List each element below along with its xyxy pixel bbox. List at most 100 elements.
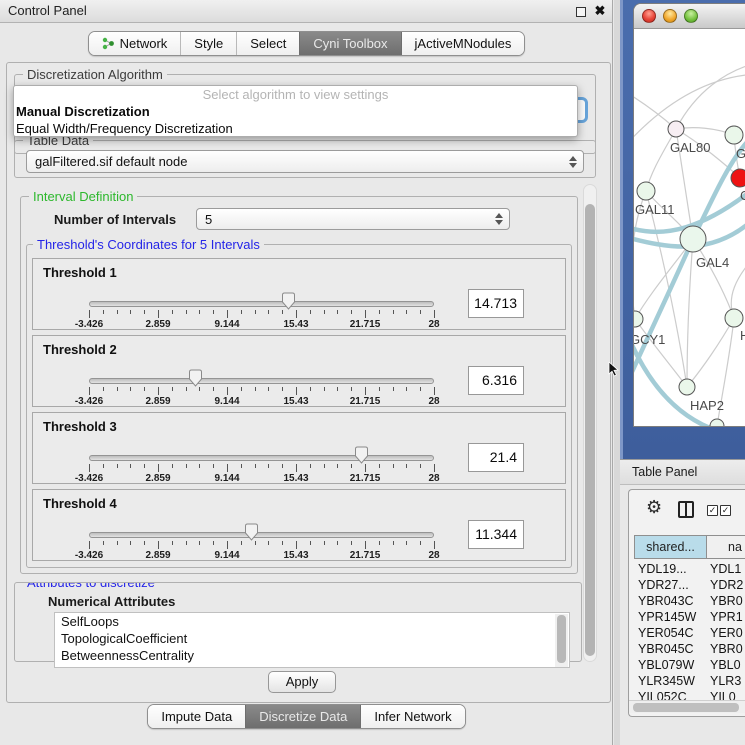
network-node-GAL80[interactable] bbox=[668, 121, 684, 137]
table-row[interactable]: YLR345WYLR3 bbox=[629, 673, 745, 689]
table-hscrollbar-track[interactable] bbox=[629, 700, 745, 713]
attribute-item-topologicalcoefficient[interactable]: TopologicalCoefficient bbox=[55, 630, 569, 647]
network-node-GCY1[interactable] bbox=[634, 311, 643, 327]
threshold-4-slider-thumb[interactable] bbox=[244, 523, 259, 541]
slider-tick bbox=[282, 310, 283, 314]
slider-tick bbox=[420, 310, 421, 314]
slider-tick bbox=[420, 387, 421, 391]
threshold-1-value-field[interactable]: 14.713 bbox=[468, 289, 524, 318]
slider-tick bbox=[324, 541, 325, 545]
tab-style-label: Style bbox=[194, 36, 223, 51]
network-node-red-node[interactable] bbox=[731, 169, 745, 187]
algorithm-popup-item-manual[interactable]: Manual Discretization bbox=[14, 103, 577, 120]
threshold-3-value-field[interactable]: 21.4 bbox=[468, 443, 524, 472]
attribute-item-betweennesscentrality[interactable]: BetweennessCentrality bbox=[55, 647, 569, 664]
slider-tick bbox=[310, 464, 311, 468]
column-header-name[interactable]: na bbox=[706, 535, 745, 559]
slider-tick bbox=[393, 310, 394, 314]
network-edge[interactable] bbox=[687, 318, 734, 387]
attributes-scrollbar-thumb[interactable] bbox=[557, 615, 566, 663]
algorithm-popup-item-equal-width[interactable]: Equal Width/Frequency Discretization bbox=[14, 120, 577, 137]
close-window-icon[interactable] bbox=[642, 9, 656, 23]
node-table: ⚙ ✓ ✓ shared... na YDL19...YDL1YDR27...Y… bbox=[628, 489, 745, 717]
network-node-unnamed[interactable] bbox=[725, 126, 743, 144]
network-view-window[interactable]: GAL80GACGAL11GAL4GCY1HHAP2 bbox=[633, 3, 745, 427]
network-node-GAL11[interactable] bbox=[637, 182, 655, 200]
threshold-4-label: Threshold 4 bbox=[43, 496, 117, 511]
tab-select[interactable]: Select bbox=[236, 32, 299, 55]
slider-tick bbox=[89, 541, 90, 549]
threshold-1-slider-track[interactable] bbox=[89, 301, 434, 307]
table-row[interactable]: YBL079W YBL0 bbox=[629, 657, 745, 673]
slider-tick bbox=[227, 387, 228, 395]
checkbox-icon[interactable]: ✓ bbox=[720, 505, 731, 516]
close-panel-button[interactable]: ✖ bbox=[593, 3, 607, 19]
threshold-2-value-field[interactable]: 6.316 bbox=[468, 366, 524, 395]
number-of-intervals-combobox[interactable]: 5 bbox=[196, 208, 510, 230]
tab-discretize-data[interactable]: Discretize Data bbox=[245, 705, 360, 728]
network-window-titlebar[interactable] bbox=[634, 4, 745, 29]
slider-tick bbox=[158, 310, 159, 318]
tab-network[interactable]: Network bbox=[89, 32, 181, 55]
table-row[interactable]: YPR145WYPR1 bbox=[629, 609, 745, 625]
slider-tick bbox=[379, 387, 380, 391]
threshold-4-slider-track[interactable] bbox=[89, 532, 434, 538]
maximize-window-icon[interactable] bbox=[684, 9, 698, 23]
apply-button[interactable]: Apply bbox=[268, 671, 336, 693]
slider-tick bbox=[213, 387, 214, 391]
tab-jactivemnodules-label: jActiveMNodules bbox=[415, 36, 512, 51]
table-row[interactable]: YBR043CYBR0 bbox=[629, 593, 745, 609]
cell-name: YBL0 bbox=[710, 657, 741, 673]
float-window-button[interactable] bbox=[576, 7, 586, 17]
cell-shared-name: YBL079W bbox=[638, 657, 694, 673]
threshold-1-slider-thumb[interactable] bbox=[281, 292, 296, 310]
threshold-2-slider-track[interactable] bbox=[89, 378, 434, 384]
tab-style[interactable]: Style bbox=[180, 32, 236, 55]
table-row[interactable]: YBR045CYBR0 bbox=[629, 641, 745, 657]
slider-tick bbox=[186, 310, 187, 314]
tick-label: 28 bbox=[428, 550, 439, 561]
slider-tick bbox=[337, 387, 338, 391]
tick-label: 9.144 bbox=[214, 550, 239, 561]
network-node-HAP2[interactable] bbox=[679, 379, 695, 395]
network-node-GAL4[interactable] bbox=[680, 226, 706, 252]
network-node-unnamed[interactable] bbox=[710, 419, 724, 427]
tab-impute-data[interactable]: Impute Data bbox=[148, 705, 245, 728]
tab-jactivemnodules[interactable]: jActiveMNodules bbox=[401, 32, 525, 55]
checkbox-icon[interactable]: ✓ bbox=[707, 505, 718, 516]
network-canvas[interactable]: GAL80GACGAL11GAL4GCY1HHAP2 bbox=[634, 29, 745, 427]
column-header-shared-name[interactable]: shared... bbox=[634, 535, 707, 559]
cell-name: YBR0 bbox=[710, 593, 743, 609]
table-row[interactable]: YDL19...YDL1 bbox=[629, 561, 745, 577]
threshold-3-slider-thumb[interactable] bbox=[354, 446, 369, 464]
slider-tick bbox=[393, 387, 394, 391]
table-row[interactable]: YER054CYER0 bbox=[629, 625, 745, 641]
slider-tick bbox=[130, 310, 131, 314]
table-row[interactable]: YDR27...YDR2 bbox=[629, 577, 745, 593]
tab-infer-network[interactable]: Infer Network bbox=[360, 705, 464, 728]
threshold-4-value-field[interactable]: 11.344 bbox=[468, 520, 524, 549]
tab-cyni-toolbox[interactable]: Cyni Toolbox bbox=[299, 32, 400, 55]
control-panel-titlebar: Control Panel bbox=[0, 0, 613, 23]
network-edge[interactable] bbox=[676, 63, 745, 129]
network-edge[interactable] bbox=[687, 239, 693, 387]
numerical-attributes-list: SelfLoops TopologicalCoefficient Between… bbox=[54, 612, 570, 668]
settings-scrollbar-thumb[interactable] bbox=[585, 204, 595, 656]
network-node-H[interactable] bbox=[725, 309, 743, 327]
slider-tick bbox=[420, 464, 421, 468]
split-columns-icon[interactable] bbox=[678, 501, 694, 518]
minimize-window-icon[interactable] bbox=[663, 9, 677, 23]
table-settings-gear-icon[interactable]: ⚙ bbox=[646, 497, 662, 518]
table-hscrollbar-thumb[interactable] bbox=[633, 703, 739, 712]
slider-tick bbox=[130, 387, 131, 391]
threshold-2-slider-thumb[interactable] bbox=[188, 369, 203, 387]
slider-tick bbox=[324, 310, 325, 314]
slider-tick bbox=[434, 387, 435, 395]
table-data-combobox[interactable]: galFiltered.sif default node bbox=[26, 150, 584, 173]
cell-name: YDR2 bbox=[710, 577, 743, 593]
network-edge[interactable] bbox=[646, 191, 687, 387]
attribute-item-selfloops[interactable]: SelfLoops bbox=[55, 613, 569, 630]
threshold-3-slider-track[interactable] bbox=[89, 455, 434, 461]
network-edge[interactable] bbox=[646, 129, 676, 191]
tick-label: 2.859 bbox=[145, 473, 170, 484]
